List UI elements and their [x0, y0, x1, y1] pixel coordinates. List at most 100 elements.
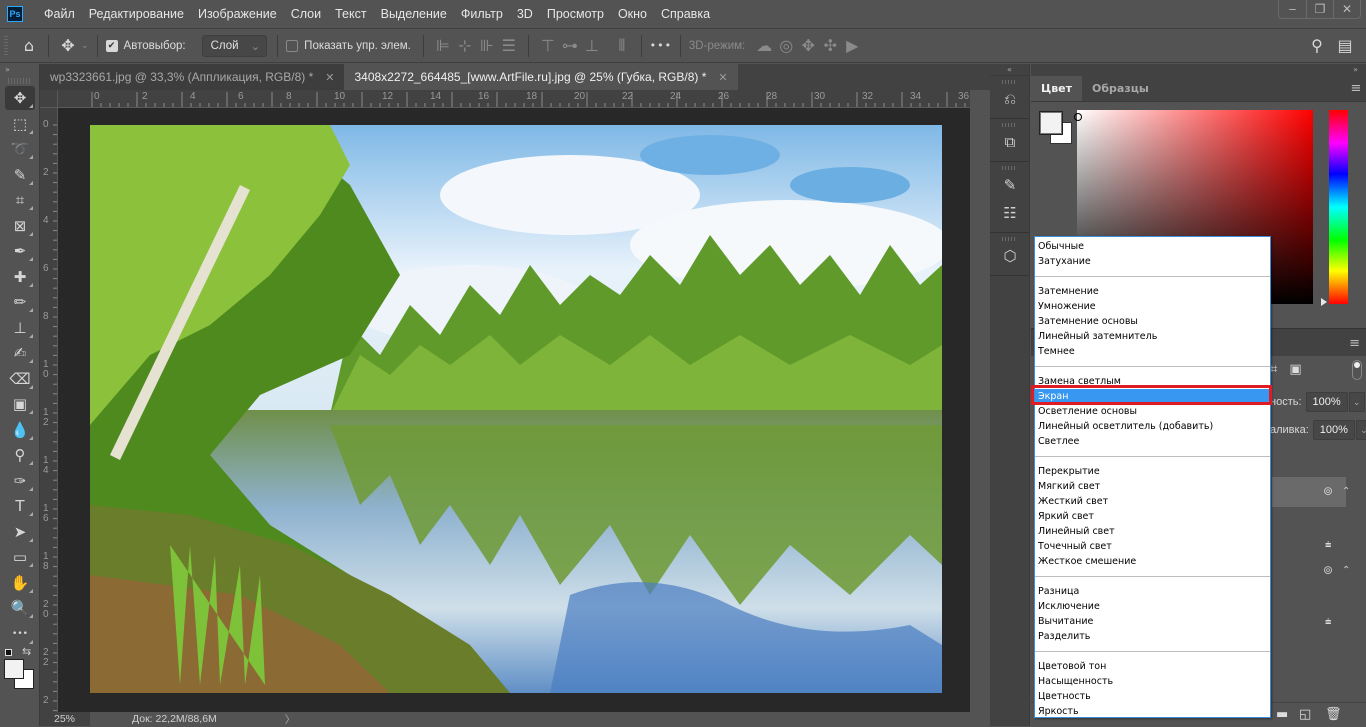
- menu-item[interactable]: Файл: [37, 7, 82, 21]
- marquee-tool-icon[interactable]: ⬚: [5, 112, 35, 136]
- workspace-icon[interactable]: ▤: [1334, 35, 1356, 57]
- menu-item[interactable]: Окно: [611, 7, 654, 21]
- chevron-up-icon[interactable]: ⌃: [1342, 486, 1350, 497]
- hue-slider-handle[interactable]: [1321, 298, 1327, 306]
- brush-tool-icon[interactable]: ✏: [5, 290, 35, 314]
- align-left-icon[interactable]: ⊫: [432, 35, 454, 57]
- type-tool-icon[interactable]: T: [5, 494, 35, 518]
- menu-item[interactable]: Просмотр: [540, 7, 611, 21]
- healing-brush-tool-icon[interactable]: ✚: [5, 265, 35, 289]
- toolbar-grip[interactable]: [8, 78, 31, 84]
- blend-mode-option[interactable]: Затухание: [1035, 254, 1270, 269]
- search-icon[interactable]: ⚲: [1306, 35, 1328, 57]
- distribute-icon[interactable]: ☰: [498, 35, 520, 57]
- blend-mode-option[interactable]: Умножение: [1035, 299, 1270, 314]
- align-vcenter-icon[interactable]: ⊶: [559, 35, 581, 57]
- canvas-area[interactable]: [58, 108, 970, 712]
- foreground-color-swatch[interactable]: [4, 659, 24, 679]
- dock-grip[interactable]: [1002, 123, 1017, 127]
- libraries-icon[interactable]: ⧉: [995, 129, 1025, 155]
- align-bottom-icon[interactable]: ⊥: [581, 35, 603, 57]
- document-image[interactable]: [90, 125, 942, 693]
- blend-mode-option[interactable]: Мягкий свет: [1035, 479, 1270, 494]
- brush-settings-icon[interactable]: ✎: [995, 172, 1025, 198]
- rectangle-tool-icon[interactable]: ▭: [5, 545, 35, 569]
- fill-input[interactable]: 100%: [1312, 420, 1355, 440]
- link-layers-icon[interactable]: ⊚: [1323, 563, 1333, 577]
- zoom-level[interactable]: 25%: [40, 712, 90, 726]
- blend-mode-option[interactable]: Линейный свет: [1035, 524, 1270, 539]
- menu-item[interactable]: Выделение: [374, 7, 454, 21]
- roll-3d-icon[interactable]: ◎: [775, 35, 797, 57]
- menu-item[interactable]: Редактирование: [82, 7, 191, 21]
- menu-item[interactable]: Фильтр: [454, 7, 510, 21]
- opacity-input[interactable]: 100%: [1305, 392, 1348, 412]
- chevron-down-icon[interactable]: ⌄: [1355, 420, 1366, 440]
- chevron-down-icon[interactable]: ⌄: [1348, 392, 1365, 412]
- history-brush-tool-icon[interactable]: ✍: [5, 341, 35, 365]
- clone-stamp-tool-icon[interactable]: ⊥: [5, 316, 35, 340]
- color-picker-cursor[interactable]: [1074, 113, 1082, 121]
- ruler-origin[interactable]: [40, 90, 58, 108]
- panel-menu-icon[interactable]: ≡: [1349, 336, 1360, 351]
- move-tool-icon[interactable]: ✥: [57, 35, 79, 57]
- lock-all-icon[interactable]: ▣: [1289, 362, 1301, 377]
- path-selection-tool-icon[interactable]: ➤: [5, 520, 35, 544]
- align-top-icon[interactable]: ⊤: [537, 35, 559, 57]
- minimize-button[interactable]: ‒: [1279, 0, 1306, 18]
- document-tab[interactable]: wp3323661.jpg @ 33,3% (Аппликация, RGB/8…: [40, 64, 345, 90]
- move-tool-icon[interactable]: ✥: [5, 86, 35, 110]
- pan-3d-icon[interactable]: ✥: [797, 35, 819, 57]
- adjustment-icon[interactable]: ⩧: [1325, 538, 1331, 552]
- chevron-up-icon[interactable]: ⌃: [1342, 565, 1350, 576]
- expand-icon[interactable]: »: [1031, 64, 1366, 76]
- orbit-3d-icon[interactable]: ☁: [753, 35, 775, 57]
- home-icon[interactable]: ⌂: [18, 35, 40, 57]
- align-hcenter-icon[interactable]: ⊹: [454, 35, 476, 57]
- collapse-icon[interactable]: »: [0, 64, 39, 76]
- eraser-tool-icon[interactable]: ⌫: [5, 367, 35, 391]
- blend-mode-option[interactable]: Линейный осветлитель (добавить): [1035, 419, 1270, 434]
- document-tab[interactable]: 3408x2272_664485_[www.ArtFile.ru].jpg @ …: [344, 64, 738, 90]
- blend-mode-option[interactable]: Обычные: [1035, 239, 1270, 254]
- blend-mode-option[interactable]: Темнее: [1035, 344, 1270, 359]
- blend-mode-option[interactable]: Затемнение основы: [1035, 314, 1270, 329]
- slide-3d-icon[interactable]: ✣: [819, 35, 841, 57]
- menu-item[interactable]: Справка: [654, 7, 717, 21]
- panel-menu-icon[interactable]: ≡: [1346, 76, 1366, 101]
- blend-mode-option[interactable]: Светлее: [1035, 434, 1270, 449]
- lasso-tool-icon[interactable]: ➰: [5, 137, 35, 161]
- tab-swatches[interactable]: Образцы: [1082, 76, 1159, 101]
- menu-item[interactable]: Текст: [328, 7, 373, 21]
- ruler-horizontal[interactable]: 0 2 4 6 8 10 12 14 16 18 20 22 24 26 28 30 32 34 36: [58, 90, 970, 108]
- menu-item[interactable]: Изображение: [191, 7, 284, 21]
- eyedropper-tool-icon[interactable]: ✒: [5, 239, 35, 263]
- restore-button[interactable]: ❐: [1306, 0, 1333, 18]
- blend-mode-option[interactable]: Цветовой тон: [1035, 659, 1270, 674]
- layer-row[interactable]: [1272, 477, 1346, 507]
- blend-mode-option[interactable]: Исключение: [1035, 599, 1270, 614]
- adjustment-icon[interactable]: ⩧: [1325, 615, 1331, 629]
- quick-selection-tool-icon[interactable]: ✎: [5, 163, 35, 187]
- delete-layer-icon[interactable]: 🗑: [1325, 707, 1342, 722]
- close-button[interactable]: ✕: [1333, 0, 1360, 18]
- autoselect-checkbox[interactable]: ✔: [105, 39, 118, 52]
- close-tab-icon[interactable]: ✕: [325, 71, 334, 84]
- blend-mode-option[interactable]: Яркость: [1035, 704, 1270, 719]
- blend-mode-option[interactable]: Затемнение: [1035, 284, 1270, 299]
- distribute-vertical-icon[interactable]: ⫴: [611, 35, 633, 57]
- dock-grip[interactable]: [1002, 166, 1017, 170]
- menu-item[interactable]: Слои: [284, 7, 328, 21]
- history-icon[interactable]: ⎌: [995, 86, 1025, 112]
- ruler-vertical[interactable]: 0 2 4 6 8 10 12 14 16 18 20 22 2: [40, 108, 58, 712]
- status-menu-arrow[interactable]: 〉: [285, 712, 296, 727]
- blend-mode-option[interactable]: Перекрытие: [1035, 464, 1270, 479]
- swap-colors-icon[interactable]: ⇆: [22, 645, 31, 658]
- vertical-scrollbar[interactable]: [970, 90, 990, 712]
- link-layers-icon[interactable]: ⊚: [1323, 484, 1333, 498]
- new-layer-icon[interactable]: ◱: [1299, 707, 1311, 722]
- filter-toggle[interactable]: [1352, 360, 1362, 380]
- blur-tool-icon[interactable]: 💧: [5, 418, 35, 442]
- dock-grip[interactable]: [1002, 237, 1017, 241]
- more-tools-icon[interactable]: •••: [5, 622, 35, 646]
